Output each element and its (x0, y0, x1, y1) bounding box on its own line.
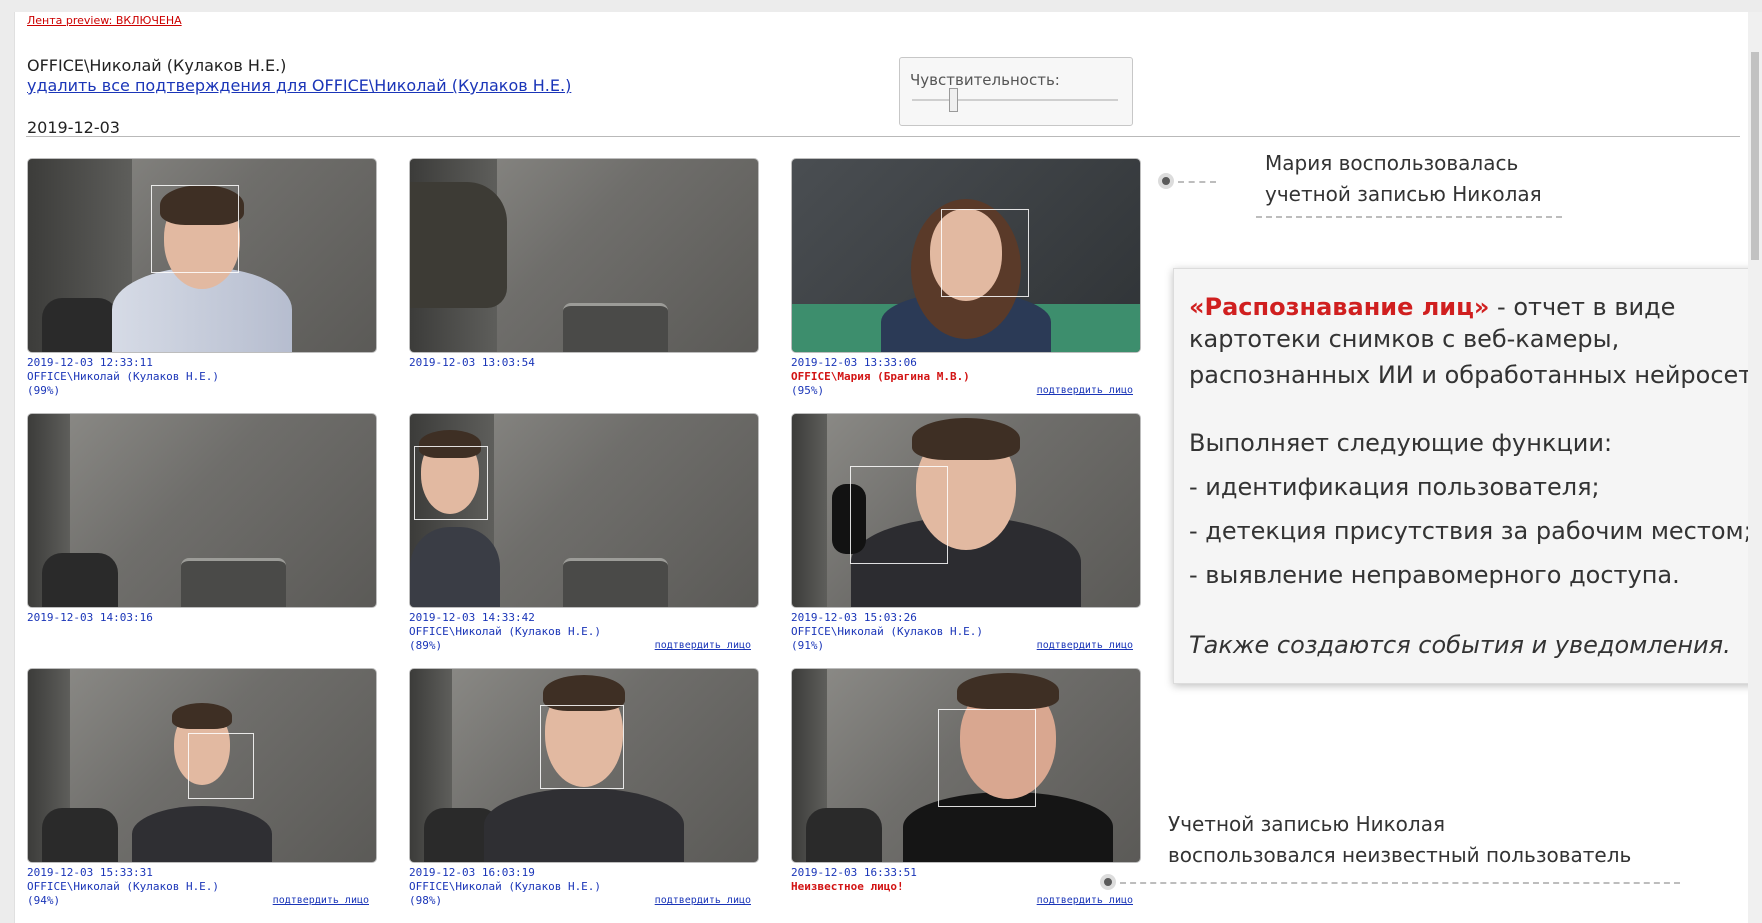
confirm-face-link[interactable]: подтвердить лицо (1037, 639, 1133, 653)
confirm-face-link[interactable]: подтвердить лицо (273, 894, 369, 908)
annotation-marker (1100, 874, 1116, 890)
confidence: (94%) подтвердить лицо (27, 894, 369, 908)
info-line: распознанных ИИ и обработанных нейросеть… (1189, 361, 1762, 389)
snapshot-card: 2019-12-03 15:33:31 OFFICE\Николай (Кула… (27, 668, 377, 908)
info-functions-title: Выполняет следующие функции: (1189, 429, 1613, 457)
info-note: Также создаются события и уведомления. (1189, 631, 1731, 659)
report-date: 2019-12-03 (27, 118, 120, 137)
info-function-item: - детекция присутствия за рабочим местом… (1189, 517, 1752, 545)
snapshot-card: 2019-12-03 13:03:54 (409, 158, 759, 370)
scrollbar[interactable] (1748, 12, 1762, 923)
sensitivity-slider-handle[interactable] (949, 88, 959, 112)
snapshot-card: 2019-12-03 14:03:16 (27, 413, 377, 625)
snapshot-time: 2019-12-03 13:03:54 (409, 356, 535, 369)
snapshot-time: 2019-12-03 15:03:26 (791, 611, 917, 624)
confidence: (89%) подтвердить лицо (409, 639, 751, 653)
annotation-line (1178, 181, 1216, 183)
confidence: (91%) подтвердить лицо (791, 639, 1133, 653)
annotation-marker (1158, 173, 1174, 189)
snapshot-time: 2019-12-03 16:03:19 (409, 866, 535, 879)
recognized-user: OFFICE\Николай (Кулаков Н.Е.) (27, 370, 220, 383)
annotation-line (1256, 216, 1562, 218)
confidence: (98%) подтвердить лицо (409, 894, 751, 908)
info-panel: «Распознавание лиц» - отчет в виде карто… (1173, 268, 1762, 684)
sensitivity-track[interactable] (912, 99, 1118, 101)
scrollbar-thumb[interactable] (1751, 52, 1759, 260)
recognized-user: OFFICE\Николай (Кулаков Н.Е.) (791, 625, 984, 638)
callout-unknown: Учетной записью Николая воспользовался н… (1168, 812, 1632, 867)
info-line: картотеки снимков с веб-камеры, (1189, 325, 1620, 353)
confirm-face-link[interactable]: подтвердить лицо (1037, 894, 1133, 908)
webcam-photo[interactable] (409, 158, 759, 353)
webcam-photo[interactable] (409, 668, 759, 863)
confidence: (99%) (27, 384, 61, 397)
snapshot-time: 2019-12-03 15:33:31 (27, 866, 153, 879)
confirm-face-link[interactable]: подтвердить лицо (1037, 384, 1133, 398)
snapshot-card: 2019-12-03 14:33:42 OFFICE\Николай (Кула… (409, 413, 759, 653)
recognized-user: Неизвестное лицо! (791, 880, 904, 893)
sensitivity-label: Чувствительность: (910, 71, 1060, 89)
preview-toggle-link[interactable]: Лента preview: ВКЛЮЧЕНА (27, 14, 182, 27)
user-name: OFFICE\Николай (Кулаков Н.Е.) (27, 56, 287, 75)
webcam-photo[interactable] (791, 158, 1141, 353)
snapshot-card: 2019-12-03 16:33:51 Неизвестное лицо! по… (791, 668, 1141, 908)
webcam-photo[interactable] (791, 413, 1141, 608)
sensitivity-panel: Чувствительность: (899, 57, 1133, 126)
recognized-user: OFFICE\Мария (Брагина М.В.) (791, 370, 970, 383)
recognized-user: OFFICE\Николай (Кулаков Н.Е.) (409, 880, 602, 893)
snapshot-time: 2019-12-03 13:33:06 (791, 356, 917, 369)
webcam-photo[interactable] (27, 413, 377, 608)
remove-confirmations-link[interactable]: удалить все подтверждения для OFFICE\Ник… (27, 76, 571, 95)
webcam-photo[interactable] (791, 668, 1141, 863)
snapshot-time: 2019-12-03 12:33:11 (27, 356, 153, 369)
confirm-face-link[interactable]: подтвердить лицо (655, 639, 751, 653)
info-function-item: - идентификация пользователя; (1189, 473, 1600, 501)
webcam-photo[interactable] (27, 158, 377, 353)
webcam-photo[interactable] (409, 413, 759, 608)
callout-maria: Мария воспользовалась учетной записью Ни… (1265, 151, 1542, 206)
snapshot-time: 2019-12-03 14:33:42 (409, 611, 535, 624)
annotation-line (1120, 882, 1680, 884)
recognized-user: OFFICE\Николай (Кулаков Н.Е.) (409, 625, 602, 638)
confirm-face-link[interactable]: подтвердить лицо (655, 894, 751, 908)
recognized-user: OFFICE\Николай (Кулаков Н.Е.) (27, 880, 220, 893)
confidence: (95%) подтвердить лицо (791, 384, 1133, 398)
confidence: подтвердить лицо (791, 894, 1141, 908)
webcam-photo[interactable] (27, 668, 377, 863)
info-title: «Распознавание лиц» - отчет в виде (1189, 293, 1676, 321)
snapshot-time: 2019-12-03 14:03:16 (27, 611, 153, 624)
divider (26, 136, 1740, 137)
snapshot-card: 2019-12-03 12:33:11 OFFICE\Николай (Кула… (27, 158, 377, 398)
snapshot-card: 2019-12-03 13:33:06 OFFICE\Мария (Брагин… (791, 158, 1141, 398)
snapshot-card: 2019-12-03 15:03:26 OFFICE\Николай (Кула… (791, 413, 1141, 653)
snapshot-time: 2019-12-03 16:33:51 (791, 866, 917, 879)
snapshot-card: 2019-12-03 16:03:19 OFFICE\Николай (Кула… (409, 668, 759, 908)
info-function-item: - выявление неправомерного доступа. (1189, 561, 1680, 589)
